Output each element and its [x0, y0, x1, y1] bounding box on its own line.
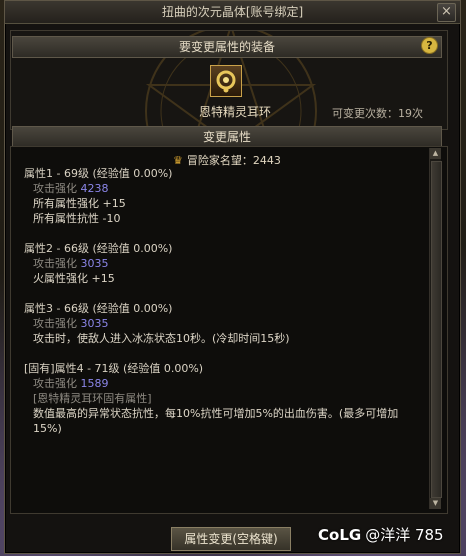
scroll-down-icon[interactable]: ▼ [430, 498, 441, 509]
stat-value: 4238 [80, 182, 109, 195]
attribute-section-header: 变更属性 [12, 126, 442, 148]
attribute-group-1[interactable]: 属性1 - 69级 (经验值 0.00%) 攻击强化 4238 所有属性强化 +… [24, 166, 424, 226]
remaining-changes: 可变更次数：19次 [332, 107, 423, 120]
stat-label: 攻击强化 [33, 317, 77, 330]
earring-icon [216, 70, 236, 93]
stat-line: 攻击时，使敌人进入冰冻状态10秒。(冷却时间15秒) [33, 332, 290, 345]
stat-line: 所有属性强化 +15 [33, 197, 126, 210]
stat-line: 所有属性抗性 -10 [33, 212, 121, 225]
attribute-title: 属性2 - 66级 (经验值 0.00%) [24, 242, 173, 255]
attack-boost-line: 攻击强化 3035 [24, 316, 424, 331]
stat-value: 1589 [80, 377, 109, 390]
attack-boost-line: 攻击强化 3035 [24, 256, 424, 271]
stat-label: 攻击强化 [33, 377, 77, 390]
inherent-attribute-note: [恩特精灵耳环固有属性] [33, 392, 152, 405]
watermark-brand: CoLG [318, 526, 362, 544]
help-icon[interactable]: ? [421, 37, 438, 54]
stat-label: 攻击强化 [33, 257, 77, 270]
equipment-section-header: 要变更属性的装备 [12, 36, 442, 58]
attribute-change-button[interactable]: 属性变更(空格键) [171, 527, 291, 551]
stat-value: 3035 [80, 257, 109, 270]
close-button[interactable]: × [437, 3, 456, 22]
attack-boost-line: 攻击强化 1589 [24, 376, 424, 391]
stat-label: 攻击强化 [33, 182, 77, 195]
scroll-up-icon[interactable]: ▲ [430, 148, 441, 159]
stat-value: 3035 [80, 317, 109, 330]
attribute-scrollbar[interactable]: ▲ ▼ [429, 148, 442, 509]
watermark: CoLG @洋洋 785 [318, 524, 444, 545]
watermark-user: @洋洋 785 [365, 526, 444, 544]
attribute-title: [固有]属性4 - 71级 (经验值 0.00%) [24, 362, 204, 375]
attribute-group-2[interactable]: 属性2 - 66级 (经验值 0.00%) 攻击强化 3035 火属性强化 +1… [24, 241, 424, 286]
attribute-group-3[interactable]: 属性3 - 66级 (经验值 0.00%) 攻击强化 3035 攻击时，使敌人进… [24, 301, 424, 346]
item-name: 恩特精灵耳环 [198, 105, 271, 119]
attribute-title: 属性1 - 69级 (经验值 0.00%) [24, 167, 173, 180]
stat-description: 数值最高的异常状态抗性，每10%抗性可增加5%的出血伤害。(最多可增加15%) [33, 407, 399, 435]
scroll-thumb[interactable] [431, 161, 442, 498]
window-title: 扭曲的次元晶体[账号绑定] [5, 1, 460, 24]
attribute-group-4[interactable]: [固有]属性4 - 71级 (经验值 0.00%) 攻击强化 1589 [恩特精… [24, 361, 424, 436]
earring-item-slot[interactable] [210, 65, 242, 97]
attribute-title: 属性3 - 66级 (经验值 0.00%) [24, 302, 173, 315]
stat-line: 火属性强化 +15 [33, 272, 115, 285]
attack-boost-line: 攻击强化 4238 [24, 181, 424, 196]
attribute-list: 属性1 - 69级 (经验值 0.00%) 攻击强化 4238 所有属性强化 +… [24, 166, 424, 451]
